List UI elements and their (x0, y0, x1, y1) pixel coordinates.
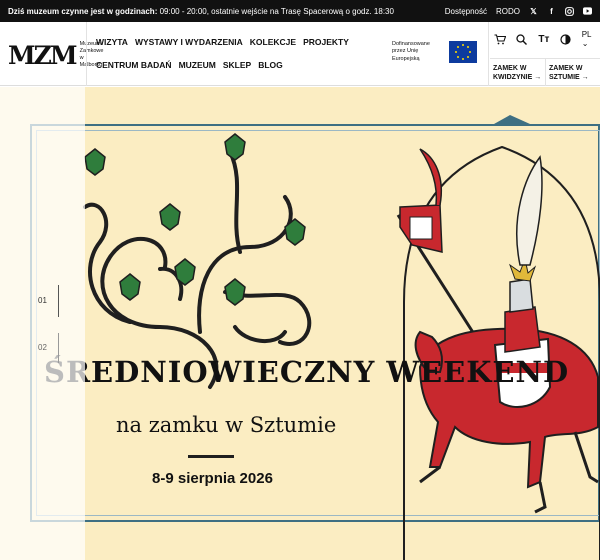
leaf-group (84, 133, 306, 306)
vine-ornament (83, 150, 312, 389)
language-select[interactable]: PL ⌄ (582, 30, 600, 48)
museum-logo[interactable]: MZM Muzeum Zamkowe w Malborku (8, 36, 103, 74)
nav-kolekcje[interactable]: KOLEKCJE (250, 37, 296, 47)
slide-2-bar (58, 333, 59, 363)
event-subtitle: na zamku w Sztumie (116, 413, 337, 437)
event-date: 8-9 sierpnia 2026 (152, 470, 273, 487)
main-nav-row1: WIZYTA WYSTAWY I WYDARZENIA KOLEKCJE PRO… (96, 37, 349, 47)
hero-banner[interactable]: ŚREDNIOWIECZNY WEEKEND na zamku w Sztumi… (0, 87, 600, 560)
slide-1-indicator[interactable]: 01 (38, 296, 47, 305)
chevron-down-icon: ⌄ (581, 39, 589, 48)
nav-centrum-badan[interactable]: CENTRUM BADAŃ (96, 60, 172, 70)
castle-kwidzyn-link[interactable]: ZAMEK W KWIDZYNIE → (490, 59, 545, 86)
nav-muzeum[interactable]: MUZEUM (179, 60, 216, 70)
header-tools: Tт PL ⌄ (494, 30, 600, 48)
info-bar: Dziś muzeum czynne jest w godzinach: 09:… (0, 0, 600, 22)
font-size-icon[interactable]: Tт (538, 33, 550, 45)
nav-sklep[interactable]: SKLEP (223, 60, 251, 70)
title-divider (188, 455, 234, 458)
cart-icon[interactable] (494, 33, 506, 45)
poster-illustration (83, 115, 600, 560)
slide-1-bar (58, 285, 59, 317)
nav-wystawy[interactable]: WYSTAWY I WYDARZENIA (135, 37, 243, 47)
rodo-link[interactable]: RODO (496, 7, 520, 16)
logo-mark: MZM (8, 40, 78, 70)
facebook-icon[interactable]: f (547, 7, 556, 16)
instagram-icon[interactable] (565, 6, 574, 16)
search-icon[interactable] (516, 33, 528, 45)
main-nav-row2: CENTRUM BADAŃ MUZEUM SKLEP BLOG (96, 60, 283, 70)
slide-2-indicator[interactable]: 02 (38, 343, 47, 352)
contrast-icon[interactable] (560, 33, 572, 45)
nav-projekty[interactable]: PROJEKTY (303, 37, 349, 47)
helmet (509, 278, 534, 313)
plume (516, 155, 543, 266)
frame-ornament (494, 115, 530, 124)
eu-flag-icon (449, 41, 477, 63)
youtube-icon[interactable] (583, 7, 592, 16)
site-header: MZM Muzeum Zamkowe w Malborku WIZYTA WYS… (0, 22, 600, 86)
x-icon[interactable]: 𝕏 (529, 7, 538, 16)
castle-links: ZAMEK W KWIDZYNIE → ZAMEK W SZTUMIE → (490, 58, 600, 86)
nav-blog[interactable]: BLOG (258, 60, 283, 70)
accessibility-link[interactable]: Dostępność (445, 7, 487, 16)
event-title: ŚREDNIOWIECZNY WEEKEND (44, 355, 570, 389)
castle-sztum-link[interactable]: ZAMEK W SZTUMIE → (545, 59, 600, 86)
slider-controls: 01 02 (0, 87, 85, 560)
nav-wizyta[interactable]: WIZYTA (96, 37, 128, 47)
eu-funding-text: Dofinansowane przez Unię Europejską (392, 41, 430, 62)
opening-hours-message: Dziś muzeum czynne jest w godzinach: 09:… (8, 6, 394, 16)
eu-funding-badge: Dofinansowane przez Unię Europejską (392, 41, 477, 63)
